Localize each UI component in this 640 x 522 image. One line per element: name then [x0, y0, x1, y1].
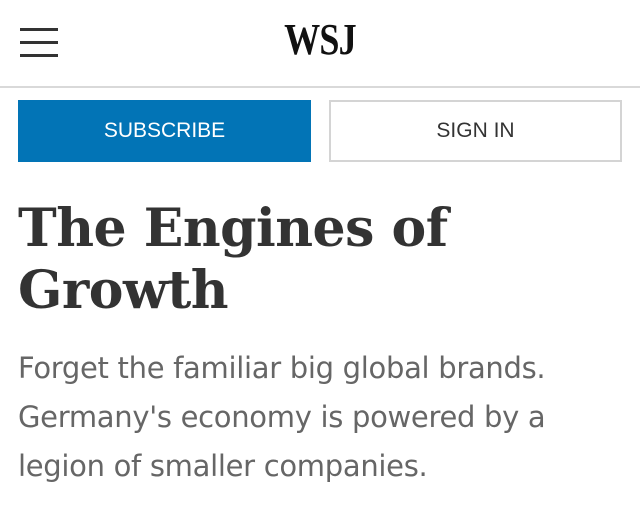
site-header: WSJ: [0, 0, 640, 88]
wsj-logo[interactable]: WSJ: [58, 14, 583, 65]
menu-bar: [20, 54, 58, 57]
subscribe-button[interactable]: SUBSCRIBE: [18, 100, 311, 162]
article-dek: Forget the familiar big global brands. G…: [18, 351, 546, 483]
sign-in-button[interactable]: SIGN IN: [329, 100, 622, 162]
menu-bar: [20, 28, 58, 31]
article-headline: The Engines of Growth: [18, 198, 448, 321]
hamburger-menu-icon[interactable]: [20, 26, 58, 60]
menu-bar: [20, 41, 58, 44]
